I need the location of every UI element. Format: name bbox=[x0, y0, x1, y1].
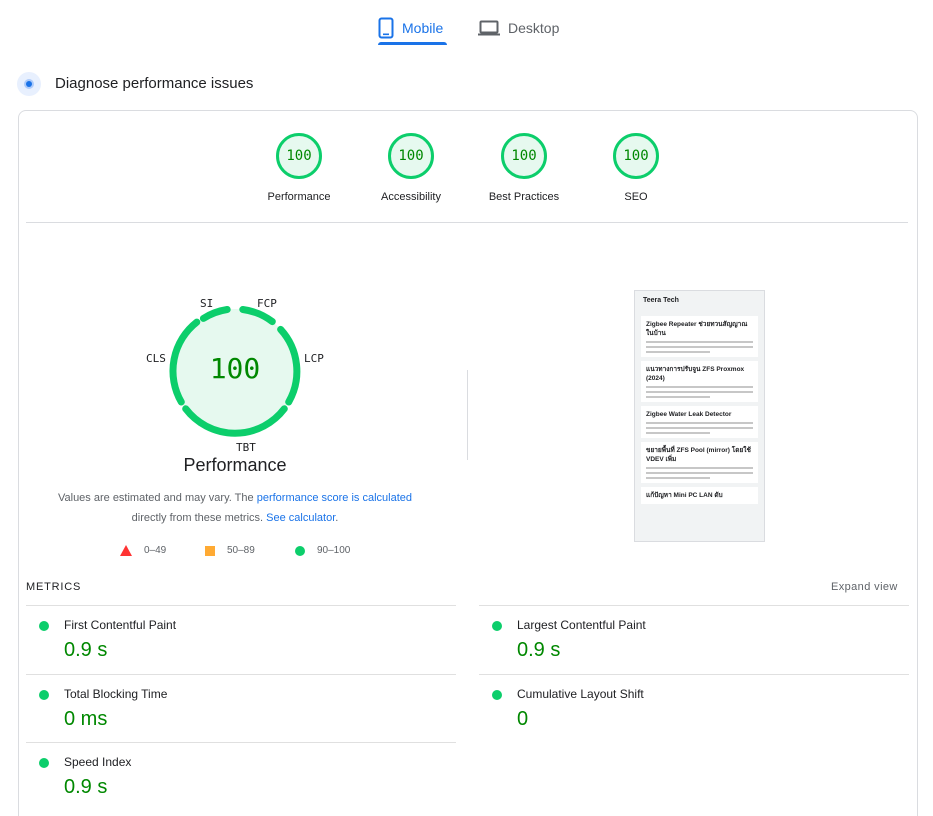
gauge-label-si: SI bbox=[200, 297, 214, 310]
legend-average: 50–89 bbox=[205, 545, 255, 556]
category-accessibility[interactable]: 100 Accessibility bbox=[356, 133, 466, 203]
legend-fail: 0–49 bbox=[120, 545, 166, 556]
category-best-practices[interactable]: 100 Best Practices bbox=[469, 133, 579, 203]
thumbnail-post: แก้ปัญหา Mini PC LAN ดับ bbox=[641, 487, 758, 504]
metric-cumulative-layout-shift: Cumulative Layout Shift 0 bbox=[479, 674, 909, 742]
score-gauge: 100 bbox=[276, 133, 322, 179]
score-gauge: 100 bbox=[613, 133, 659, 179]
thumbnail-site-name: Teera Tech bbox=[643, 297, 679, 304]
tab-desktop[interactable]: Desktop bbox=[478, 10, 559, 46]
category-label: Performance bbox=[267, 191, 331, 203]
section-title: Diagnose performance issues bbox=[55, 75, 254, 92]
thumbnail-post: แนวทางการปรับจูน ZFS Proxmox (2024) bbox=[641, 361, 758, 402]
triangle-icon bbox=[120, 545, 132, 556]
pass-circle-icon bbox=[492, 690, 502, 700]
metric-name: First Contentful Paint bbox=[64, 618, 177, 632]
gauge-label-cls: CLS bbox=[146, 352, 166, 365]
performance-score: 100 bbox=[209, 352, 261, 385]
see-calculator-link[interactable]: See calculator bbox=[266, 512, 335, 524]
divider bbox=[26, 222, 908, 223]
laptop-icon bbox=[478, 20, 500, 36]
metric-value: 0 bbox=[517, 708, 529, 730]
metric-name: Cumulative Layout Shift bbox=[517, 687, 644, 701]
metric-value: 0.9 s bbox=[64, 639, 108, 661]
score-gauge: 100 bbox=[388, 133, 434, 179]
gauge-label-lcp: LCP bbox=[304, 352, 324, 365]
pass-circle-icon bbox=[39, 758, 49, 768]
pass-circle-icon bbox=[39, 690, 49, 700]
legend-pass: 90–100 bbox=[295, 545, 350, 556]
metric-largest-contentful-paint: Largest Contentful Paint 0.9 s bbox=[479, 605, 909, 673]
tab-mobile[interactable]: Mobile bbox=[378, 10, 443, 46]
gauge-title: Performance bbox=[183, 455, 287, 475]
score-description: Values are estimated and may vary. The p… bbox=[57, 492, 412, 524]
pass-circle-icon bbox=[39, 621, 49, 631]
metric-speed-index: Speed Index 0.9 s bbox=[26, 742, 456, 810]
metric-total-blocking-time: Total Blocking Time 0 ms bbox=[26, 674, 456, 742]
active-tab-indicator bbox=[378, 42, 447, 45]
metric-value: 0.9 s bbox=[64, 776, 108, 798]
tab-desktop-label: Desktop bbox=[508, 20, 560, 36]
metric-name: Total Blocking Time bbox=[64, 687, 168, 701]
gauge-label-tbt: TBT bbox=[236, 441, 256, 454]
smartphone-icon bbox=[378, 17, 394, 39]
performance-score-link[interactable]: performance score is calculated bbox=[257, 492, 412, 504]
metric-name: Largest Contentful Paint bbox=[517, 618, 646, 632]
square-icon bbox=[205, 545, 215, 556]
category-label: SEO bbox=[624, 191, 648, 203]
metrics-heading: METRICS bbox=[26, 581, 82, 593]
metric-value: 0.9 s bbox=[517, 639, 561, 661]
diagnose-icon bbox=[17, 72, 41, 96]
expand-view-button[interactable]: Expand view bbox=[831, 581, 898, 593]
metric-value: 0 ms bbox=[64, 708, 108, 730]
metric-name: Speed Index bbox=[64, 755, 132, 769]
score-gauge: 100 bbox=[501, 133, 547, 179]
metric-first-contentful-paint: First Contentful Paint 0.9 s bbox=[26, 605, 456, 673]
category-label: Accessibility bbox=[381, 191, 441, 203]
final-screenshot[interactable]: Teera Tech Zigbee Repeater ช่วยทวนสัญญาณ… bbox=[634, 290, 765, 542]
circle-icon bbox=[295, 545, 305, 556]
tab-mobile-label: Mobile bbox=[402, 20, 444, 36]
thumbnail-post: ขยายพื้นที่ ZFS Pool (mirror) โดยใช้ VDE… bbox=[641, 442, 758, 483]
gauge-label-fcp: FCP bbox=[257, 297, 277, 310]
category-label: Best Practices bbox=[488, 191, 560, 203]
pass-circle-icon bbox=[492, 621, 502, 631]
category-seo[interactable]: 100 SEO bbox=[581, 133, 691, 203]
thumbnail-post: Zigbee Water Leak Detector bbox=[641, 406, 758, 438]
thumbnail-post: Zigbee Repeater ช่วยทวนสัญญาณในบ้าน bbox=[641, 316, 758, 357]
vertical-divider bbox=[467, 370, 468, 460]
category-performance[interactable]: 100 Performance bbox=[244, 133, 354, 203]
